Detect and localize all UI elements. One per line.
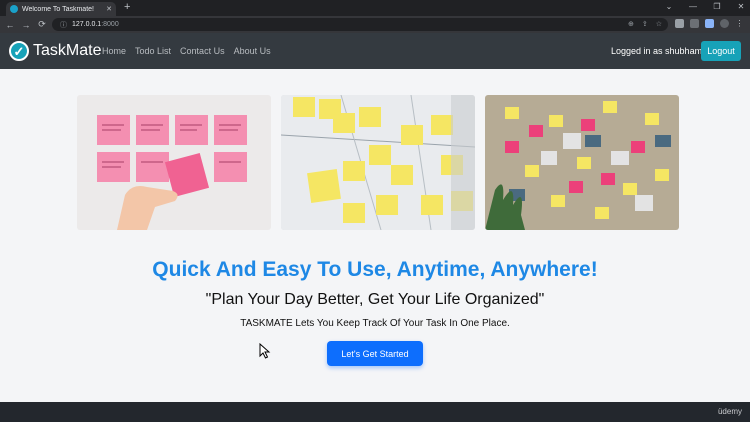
bookmark-star-icon[interactable]: ☆: [656, 20, 662, 28]
maximize-icon[interactable]: ❐: [712, 2, 722, 11]
browser-tabstrip: Welcome To Taskmate! ✕ + ⌄ — ❐ ✕: [0, 0, 750, 16]
tab-title: Welcome To Taskmate!: [22, 5, 94, 13]
back-icon[interactable]: ←: [2, 20, 18, 30]
reading-list-icon[interactable]: [690, 19, 699, 28]
brand-name: TaskMate: [33, 42, 102, 59]
logout-button[interactable]: Logout: [701, 41, 741, 61]
share-icon[interactable]: ⇪: [642, 20, 648, 28]
whiteboard-notes-image: [281, 95, 475, 230]
omnibox-actions: ⊕ ⇪ ☆: [628, 20, 662, 28]
udemy-watermark: üdemy: [717, 407, 742, 416]
get-started-button[interactable]: Let's Get Started: [327, 341, 423, 366]
tab-search-icon[interactable]: ⌄: [664, 2, 674, 11]
url-host: 127.0.0.1: [72, 21, 102, 28]
mouse-cursor-icon: [259, 343, 271, 359]
nav-link-todo-list[interactable]: Todo List: [135, 46, 171, 56]
close-window-icon[interactable]: ✕: [736, 2, 746, 11]
forward-icon[interactable]: →: [18, 20, 34, 30]
nav-link-contact-us[interactable]: Contact Us: [180, 46, 225, 56]
brand[interactable]: ✓ TaskMate: [9, 41, 101, 61]
video-footer-bar: üdemy: [0, 402, 750, 422]
nav-links: Home Todo List Contact Us About Us: [102, 46, 271, 56]
checkmark-logo-icon: ✓: [9, 41, 29, 61]
hero-headline: Quick And Easy To Use, Anytime, Anywhere…: [152, 258, 598, 281]
url-port: :8000: [101, 21, 119, 28]
side-panel-icon[interactable]: [705, 19, 714, 28]
nav-link-about-us[interactable]: About Us: [234, 46, 271, 56]
extensions-puzzle-icon[interactable]: [675, 19, 684, 28]
zoom-icon[interactable]: ⊕: [628, 20, 634, 28]
browser-toolbar: ← → ⟳ ⓘ 127.0.0.1:8000 ⊕ ⇪ ☆ ⋮: [0, 16, 750, 33]
favicon-icon: [10, 5, 18, 13]
reload-icon[interactable]: ⟳: [34, 19, 50, 30]
logged-in-status: Logged in as shubham: [611, 46, 703, 56]
hero-quote: "Plan Your Day Better, Get Your Life Org…: [205, 291, 545, 308]
minimize-icon[interactable]: —: [688, 2, 698, 11]
tab-close-icon[interactable]: ✕: [106, 5, 112, 13]
address-bar[interactable]: ⓘ 127.0.0.1:8000 ⊕ ⇪ ☆: [52, 18, 668, 31]
app-navbar: ✓ TaskMate Home Todo List Contact Us Abo…: [0, 33, 750, 69]
sticky-notes-wall-image: [77, 95, 271, 230]
menu-kebab-icon[interactable]: ⋮: [735, 19, 744, 28]
cork-board-image: [485, 95, 679, 230]
hero-tagline: TASKMATE Lets You Keep Track Of Your Tas…: [240, 318, 510, 329]
profile-avatar-icon[interactable]: [720, 19, 729, 28]
new-tab-button[interactable]: +: [124, 1, 130, 13]
browser-tab[interactable]: Welcome To Taskmate! ✕: [6, 2, 116, 16]
nav-link-home[interactable]: Home: [102, 46, 126, 56]
site-info-icon[interactable]: ⓘ: [60, 20, 67, 30]
window-controls: ⌄ — ❐ ✕: [664, 2, 746, 11]
main-content: Quick And Easy To Use, Anytime, Anywhere…: [0, 69, 750, 402]
extension-icons: ⋮: [675, 19, 744, 28]
url-text: 127.0.0.1:8000: [72, 21, 119, 28]
